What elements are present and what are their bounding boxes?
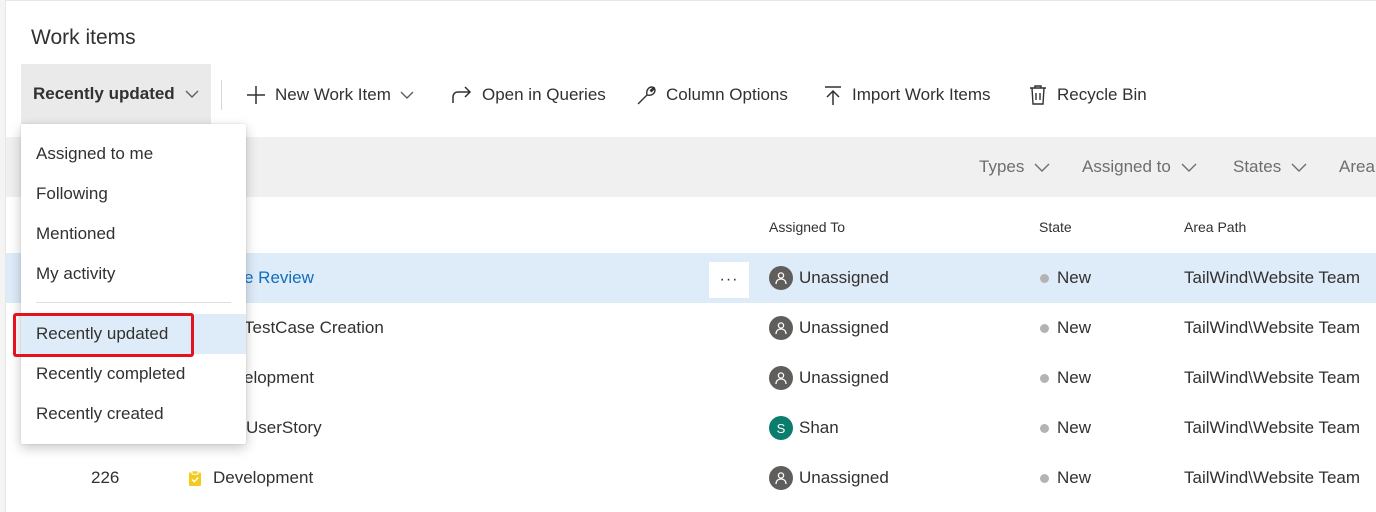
- table-row[interactable]: 226 Development Unassigned New TailWind\…: [6, 453, 1376, 503]
- menu-item-my-activity[interactable]: My activity: [21, 254, 246, 294]
- open-in-queries-label: Open in Queries: [482, 85, 606, 104]
- menu-item-mentioned[interactable]: Mentioned: [21, 214, 246, 254]
- chevron-down-icon: [400, 91, 414, 99]
- chevron-down-icon: [185, 90, 199, 98]
- task-clipboard-icon: [189, 469, 201, 486]
- column-header-area-path[interactable]: Area Path: [1184, 219, 1246, 235]
- toolbar-separator: [221, 80, 222, 110]
- area-path-cell: TailWind\Website Team: [1184, 318, 1361, 337]
- state-cell: New: [1040, 453, 1091, 503]
- filter-types[interactable]: Types: [979, 155, 1050, 179]
- work-item-id: 226: [91, 468, 120, 487]
- filter-states[interactable]: States: [1233, 155, 1307, 179]
- state-label: New: [1057, 418, 1092, 437]
- import-work-items-label: Import Work Items: [852, 85, 991, 104]
- unassigned-user-icon: [769, 316, 793, 340]
- work-item-title-cell: Development: [188, 453, 313, 503]
- state-cell: New: [1040, 353, 1091, 403]
- state-dot-icon: [1040, 473, 1049, 483]
- state-dot-icon: [1040, 323, 1049, 333]
- work-item-title-link[interactable]: e Review: [244, 253, 314, 303]
- filter-assigned-to[interactable]: Assigned to: [1082, 155, 1197, 179]
- menu-divider: [36, 302, 231, 303]
- assigned-to-name: Unassigned: [799, 468, 889, 487]
- assigned-to-cell: Unassigned: [769, 453, 889, 503]
- area-path-cell: TailWind\Website Team: [1184, 418, 1361, 437]
- new-work-item-button[interactable]: New Work Item: [246, 80, 414, 110]
- state-label: New: [1057, 468, 1092, 487]
- work-item-title-link[interactable]: UserStory: [246, 403, 322, 453]
- state-dot-icon: [1040, 373, 1049, 383]
- upload-icon: [825, 85, 841, 105]
- top-divider: [6, 0, 1376, 1]
- state-cell: New: [1040, 303, 1091, 353]
- work-item-title-link[interactable]: TestCase Creation: [244, 303, 384, 353]
- unassigned-user-icon: [769, 366, 793, 390]
- unassigned-user-icon: [769, 266, 793, 290]
- menu-item-following[interactable]: Following: [21, 174, 246, 214]
- assigned-to-name: Unassigned: [799, 368, 889, 387]
- state-label: New: [1057, 368, 1092, 387]
- assigned-to-cell: Unassigned: [769, 253, 889, 303]
- assigned-to-name: Unassigned: [799, 268, 889, 287]
- row-more-actions-button[interactable]: ···: [709, 262, 749, 298]
- view-picker-button[interactable]: Recently updated: [21, 64, 211, 124]
- assigned-to-name: Unassigned: [799, 318, 889, 337]
- view-picker-label: Recently updated: [33, 84, 175, 103]
- state-label: New: [1057, 318, 1092, 337]
- new-work-item-label: New Work Item: [275, 85, 391, 104]
- menu-item-recently-completed[interactable]: Recently completed: [21, 354, 246, 394]
- state-dot-icon: [1040, 273, 1049, 283]
- page-title: Work items: [31, 26, 136, 49]
- filter-states-label: States: [1233, 157, 1282, 176]
- share-arrow-icon: [452, 86, 472, 103]
- menu-item-assigned-to-me[interactable]: Assigned to me: [21, 134, 246, 174]
- recycle-bin-button[interactable]: Recycle Bin: [1028, 80, 1147, 110]
- state-label: New: [1057, 268, 1092, 287]
- plus-icon: [247, 86, 265, 104]
- recycle-bin-label: Recycle Bin: [1057, 85, 1147, 104]
- area-path-cell: TailWind\Website Team: [1184, 468, 1361, 487]
- area-path-cell: TailWind\Website Team: [1184, 268, 1361, 287]
- open-in-queries-button[interactable]: Open in Queries: [451, 80, 606, 110]
- recycle-bin-icon: [1030, 85, 1046, 105]
- column-options-label: Column Options: [666, 85, 788, 104]
- avatar: S: [769, 416, 793, 440]
- import-work-items-button[interactable]: Import Work Items: [823, 80, 991, 110]
- filter-area-label: Area: [1339, 157, 1375, 176]
- assigned-to-cell: Unassigned: [769, 303, 889, 353]
- chevron-down-icon: [1291, 163, 1307, 172]
- state-cell: New: [1040, 253, 1091, 303]
- column-header-state[interactable]: State: [1039, 219, 1072, 235]
- view-picker-dropdown: Assigned to me Following Mentioned My ac…: [21, 124, 246, 444]
- filter-assigned-to-label: Assigned to: [1082, 157, 1171, 176]
- area-path-cell: TailWind\Website Team: [1184, 368, 1361, 387]
- chevron-down-icon: [1181, 163, 1197, 172]
- chevron-down-icon: [1034, 163, 1050, 172]
- assigned-to-cell: S Shan: [769, 403, 839, 453]
- filter-area[interactable]: Area: [1339, 155, 1376, 179]
- column-header-assigned-to[interactable]: Assigned To: [769, 219, 845, 235]
- work-item-title-link[interactable]: Development: [213, 468, 313, 488]
- work-item-title-link[interactable]: elopment: [244, 353, 314, 403]
- assigned-to-cell: Unassigned: [769, 353, 889, 403]
- filter-types-label: Types: [979, 157, 1025, 176]
- menu-item-recently-updated[interactable]: Recently updated: [21, 314, 246, 354]
- menu-item-recently-created[interactable]: Recently created: [21, 394, 246, 434]
- unassigned-user-icon: [769, 466, 793, 490]
- state-dot-icon: [1040, 423, 1049, 433]
- state-cell: New: [1040, 403, 1091, 453]
- assigned-to-name: Shan: [799, 418, 839, 437]
- wrench-icon: [637, 85, 656, 104]
- column-options-button[interactable]: Column Options: [636, 80, 788, 110]
